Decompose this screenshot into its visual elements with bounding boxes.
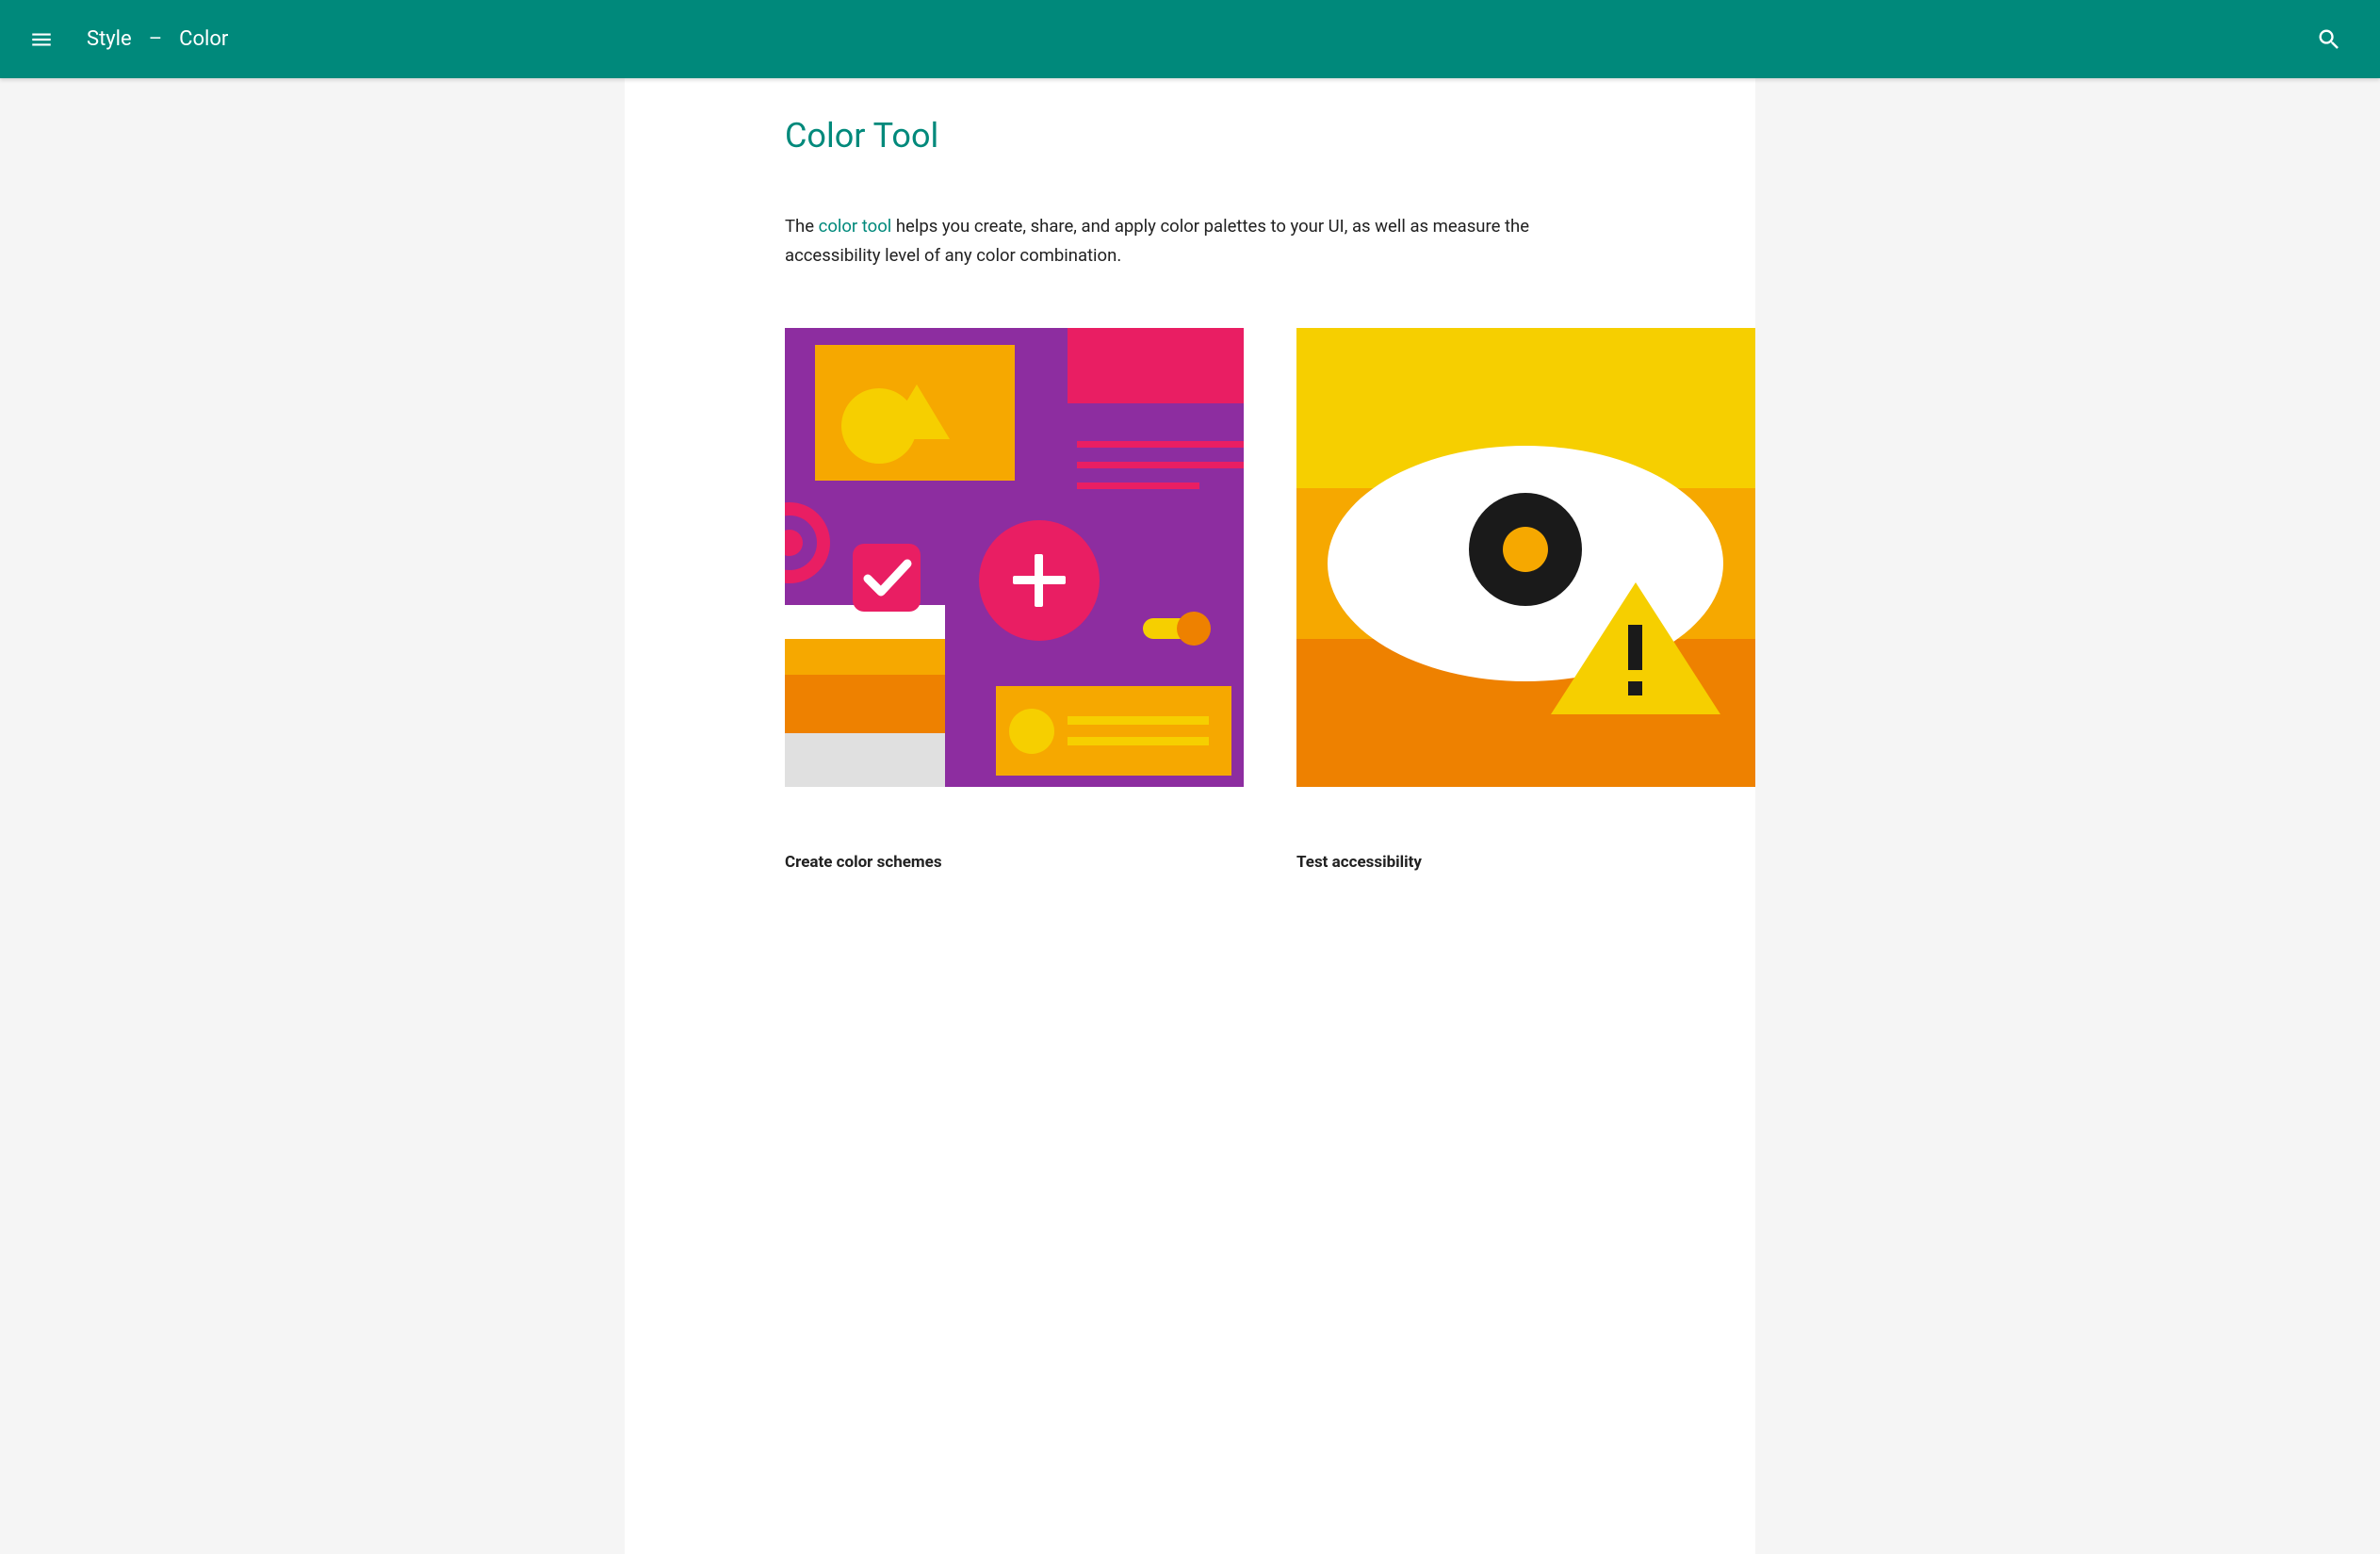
breadcrumb-separator: – bbox=[149, 27, 162, 51]
card-row: Create color schemes Test accessibility bbox=[785, 328, 1595, 872]
test-accessibility-illustration bbox=[1296, 328, 1755, 787]
intro-text-prefix: The bbox=[785, 216, 819, 237]
card-create-schemes[interactable]: Create color schemes bbox=[785, 328, 1244, 872]
breadcrumb: Style – Color bbox=[87, 27, 228, 51]
breadcrumb-page: Color bbox=[179, 27, 228, 51]
intro-paragraph: The color tool helps you create, share, … bbox=[785, 212, 1595, 271]
hamburger-icon bbox=[29, 27, 54, 52]
app-bar: Style – Color bbox=[0, 0, 2380, 78]
card-test-accessibility[interactable]: Test accessibility bbox=[1296, 328, 1755, 872]
search-button[interactable] bbox=[2307, 17, 2352, 62]
main-content: Color Tool The color tool helps you crea… bbox=[625, 78, 1755, 1554]
menu-button[interactable] bbox=[19, 17, 64, 62]
card-title: Test accessibility bbox=[1296, 853, 1755, 872]
color-tool-link[interactable]: color tool bbox=[819, 216, 892, 237]
page-title: Color Tool bbox=[785, 116, 1595, 155]
intro-text-suffix: helps you create, share, and apply color… bbox=[785, 216, 1529, 266]
card-title: Create color schemes bbox=[785, 853, 1244, 872]
search-icon bbox=[2316, 26, 2342, 53]
breadcrumb-section[interactable]: Style bbox=[87, 27, 132, 51]
create-schemes-illustration bbox=[785, 328, 1244, 787]
